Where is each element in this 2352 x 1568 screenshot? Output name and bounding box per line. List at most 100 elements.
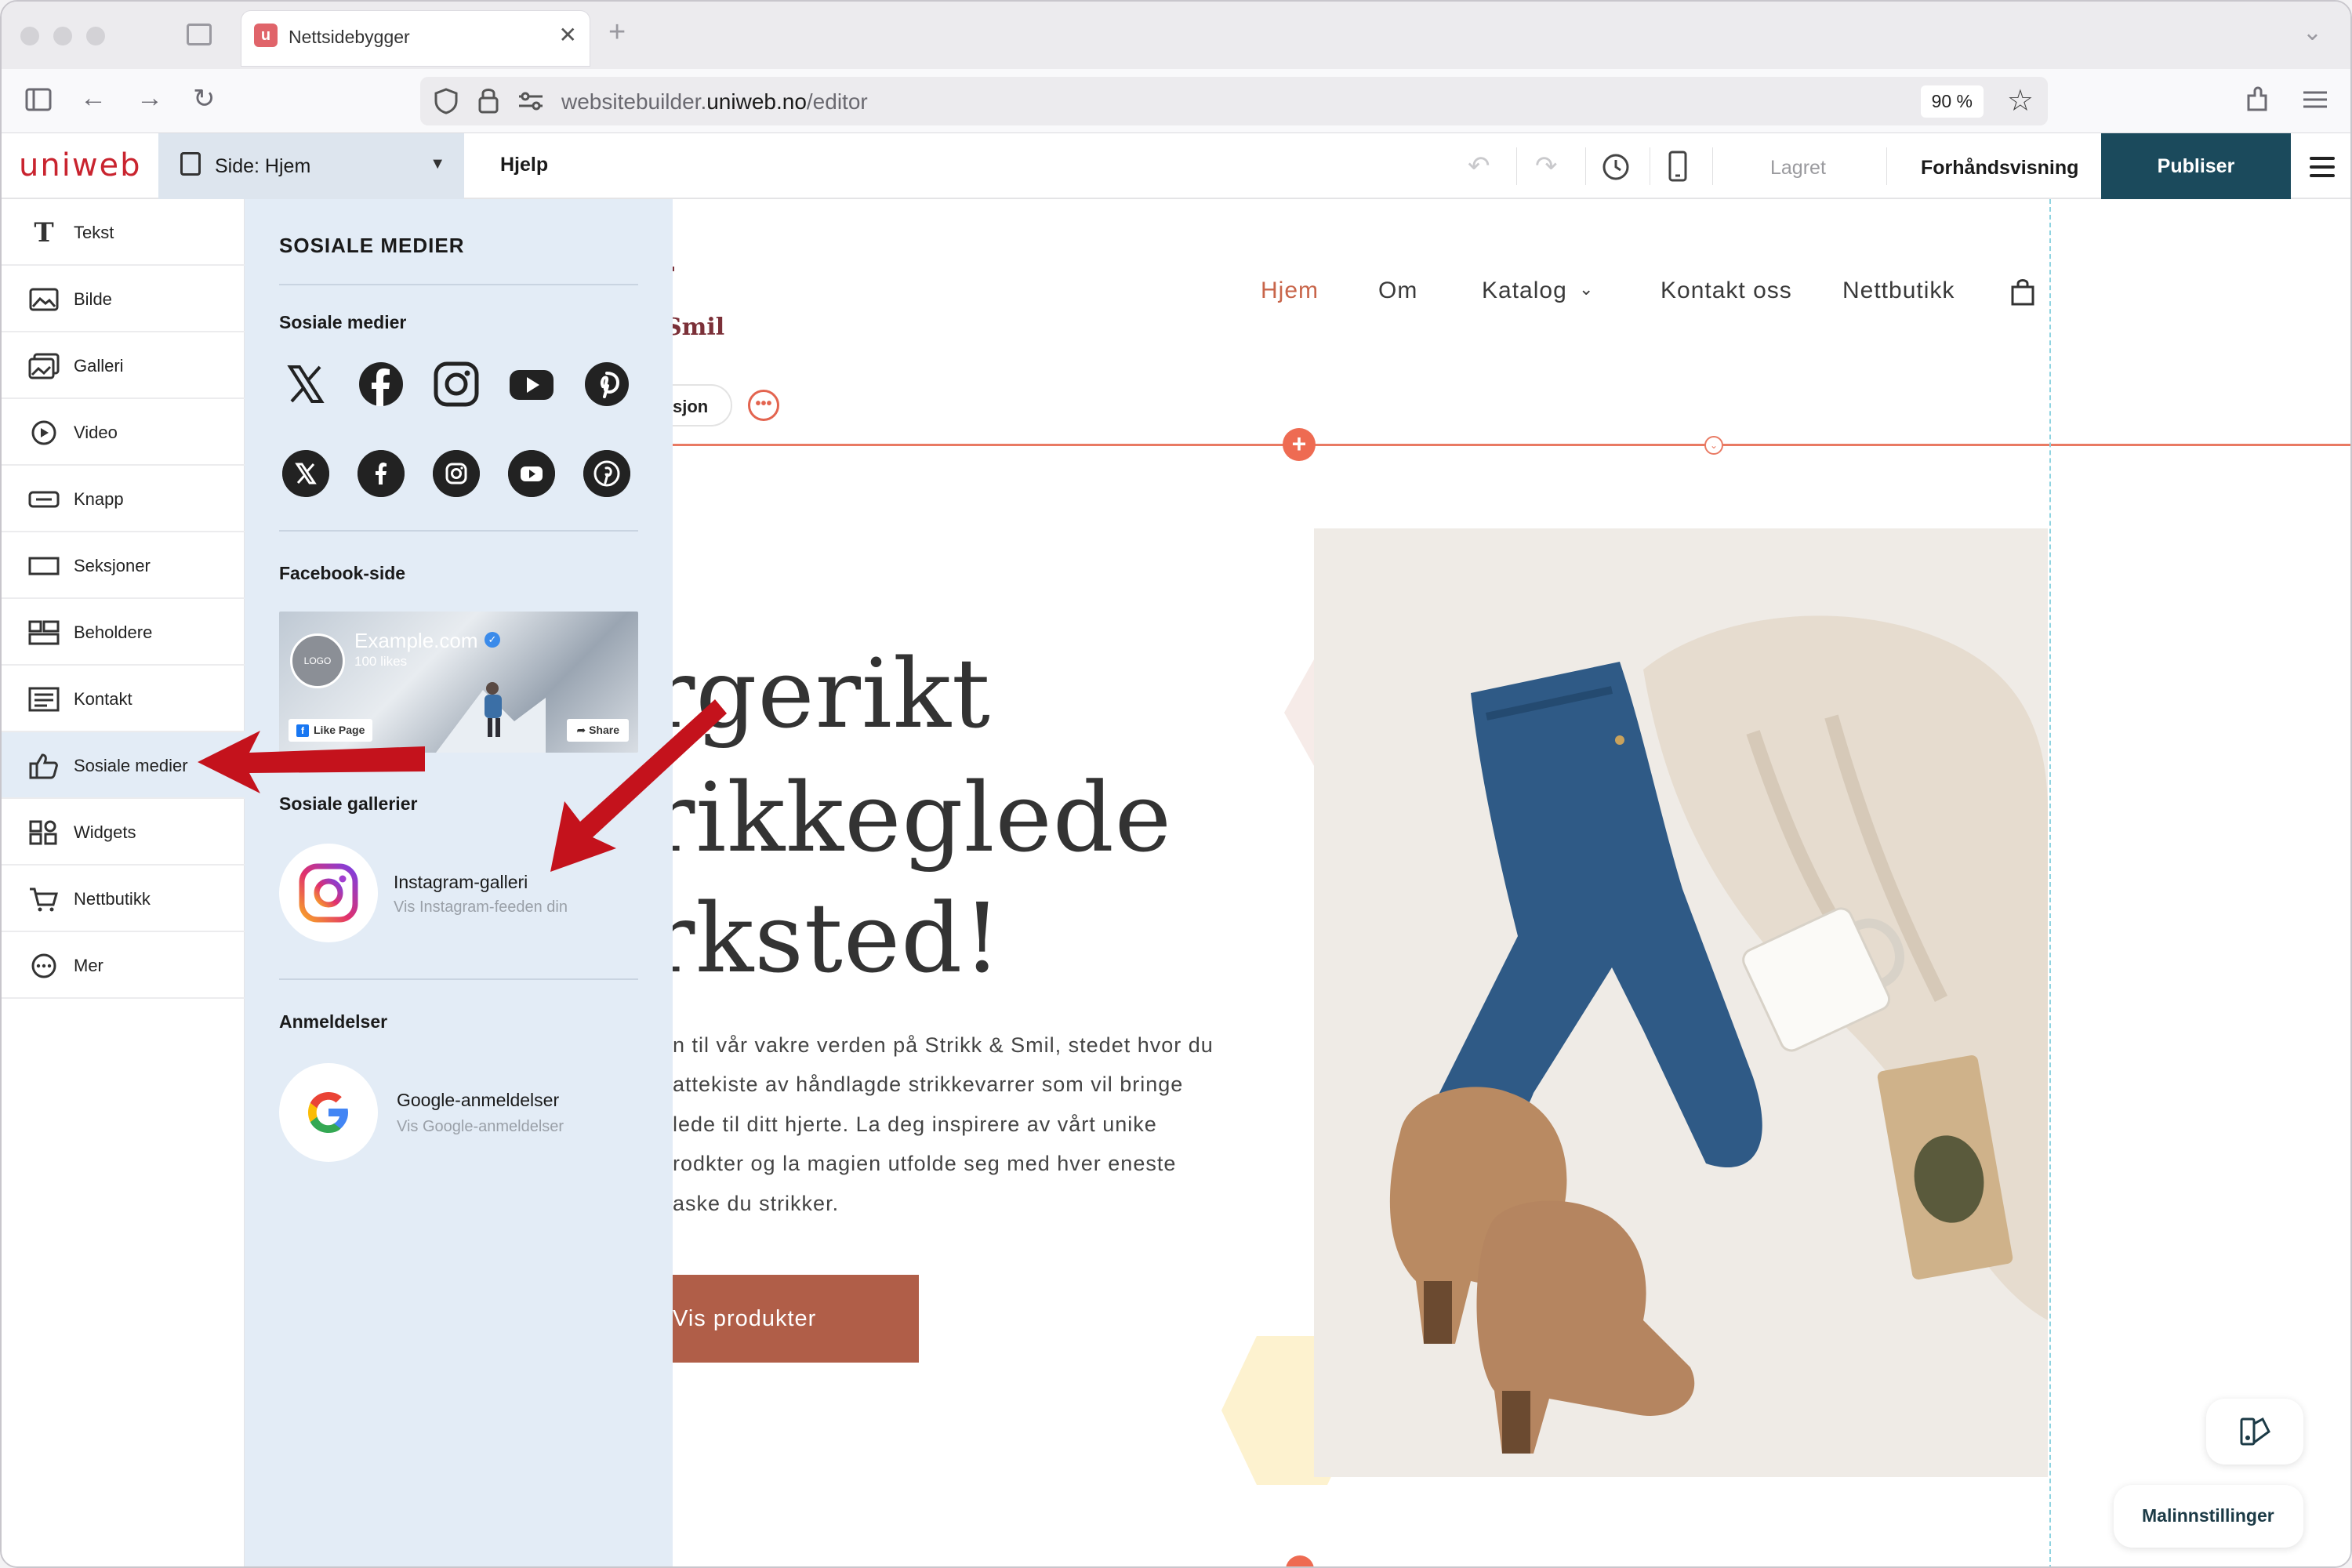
nav-om[interactable]: Om — [1378, 278, 1417, 304]
hero-heading-line[interactable]: rksted! — [673, 883, 1002, 994]
shield-icon[interactable] — [434, 88, 458, 114]
back-icon[interactable]: ← — [80, 83, 107, 114]
close-tab-icon[interactable]: ✕ — [559, 22, 577, 48]
youtube-circle-icon[interactable] — [508, 450, 555, 497]
annotation-arrow-sidebar — [198, 731, 425, 793]
instagram-icon[interactable] — [433, 361, 480, 408]
new-tab-icon[interactable]: + — [608, 16, 626, 49]
hero-body-line[interactable]: attekiste av håndlagde strikkevarrer som… — [673, 1073, 1183, 1097]
add-section-button-bottom[interactable] — [1286, 1555, 1314, 1566]
sidebar-item-galleri[interactable]: Galleri — [2, 332, 245, 399]
hero-body-line[interactable]: aske du strikker. — [673, 1192, 839, 1216]
design-settings-button[interactable] — [2206, 1399, 2303, 1465]
menu-icon[interactable] — [2302, 86, 2328, 113]
facebook-icon[interactable] — [358, 361, 405, 408]
redo-icon[interactable]: ↷ — [1535, 151, 1558, 182]
sidebar-item-label: Nettbutikk — [74, 889, 151, 909]
button-icon — [28, 491, 60, 508]
sidebar-item-video[interactable]: Video — [2, 399, 245, 466]
mobile-view-icon[interactable] — [1668, 151, 1687, 182]
zoom-level[interactable]: 90 % — [1920, 85, 1984, 118]
sidebar-item-seksjoner[interactable]: Seksjoner — [2, 532, 245, 599]
browser-tab[interactable]: u Nettsidebygger ✕ — [241, 11, 590, 66]
sidebar-item-mer[interactable]: Mer — [2, 932, 245, 999]
bookmark-star-icon[interactable]: ☆ — [2007, 83, 2034, 118]
maximize-window-button[interactable] — [86, 27, 105, 45]
help-link[interactable]: Hjelp — [500, 154, 548, 176]
facebook-circle-icon[interactable] — [358, 450, 405, 497]
sidebar-item-nettbutikk[interactable]: Nettbutikk — [2, 866, 245, 932]
instagram-gallery-tile[interactable] — [279, 844, 378, 942]
favicon-icon: u — [254, 24, 278, 47]
forward-icon[interactable]: → — [136, 83, 163, 114]
x-twitter-icon[interactable] — [282, 361, 329, 408]
sidebar-item-knapp[interactable]: Knapp — [2, 466, 245, 532]
template-settings-button[interactable]: Malinnstillinger — [2114, 1485, 2303, 1548]
sidebar-toggle-icon[interactable] — [25, 88, 52, 111]
instagram-circle-icon[interactable] — [433, 450, 480, 497]
facebook-page-likes: 100 likes — [354, 654, 408, 669]
section-pill-label: sjon — [673, 397, 709, 416]
sidebar-item-widgets[interactable]: Widgets — [2, 799, 245, 866]
section-options-icon[interactable]: ••• — [748, 390, 779, 421]
social-media-panel: SOSIALE MEDIER Sosiale medier Facebook-s… — [245, 199, 690, 1566]
undo-icon[interactable]: ↶ — [1468, 151, 1490, 182]
sidebar-item-kontakt[interactable]: Kontakt — [2, 666, 245, 732]
mountain-climber-illustration — [436, 682, 546, 753]
section-expand-icon[interactable]: ⌄ — [1704, 436, 1723, 455]
sidebar-item-beholdere[interactable]: Beholdere — [2, 599, 245, 666]
editor-menu-icon[interactable] — [2310, 157, 2335, 183]
nav-nettbutikk[interactable]: Nettbutikk — [1842, 278, 1955, 304]
website-canvas: Smil Hjem Om Katalog ⌄ Kontakt oss Nettb… — [673, 199, 2350, 1566]
hero-body-line[interactable]: lede til ditt hjerte. La deg inspirere a… — [673, 1112, 1157, 1137]
publish-button[interactable]: Publiser — [2101, 133, 2291, 199]
saved-status: Lagret — [1770, 157, 1826, 179]
reload-icon[interactable]: ↻ — [193, 83, 216, 114]
add-section-button[interactable]: + — [1283, 428, 1316, 461]
youtube-icon[interactable] — [508, 361, 555, 408]
lock-icon[interactable] — [478, 86, 499, 114]
page-select-label: Side: Hjem — [215, 155, 311, 177]
instagram-gallery-subtitle: Vis Instagram-feeden din — [394, 898, 568, 916]
minimize-window-button[interactable] — [53, 27, 72, 45]
verified-badge-icon: ✓ — [485, 632, 500, 648]
sidebar-item-label: Beholdere — [74, 622, 153, 642]
shopping-bag-icon[interactable] — [2010, 278, 2035, 306]
browser-window: u Nettsidebygger ✕ + ⌄ ← → ↻ websitebuil… — [0, 0, 2352, 1568]
panel-divider — [279, 978, 638, 980]
sidebar-item-bilde[interactable]: Bilde — [2, 266, 245, 332]
browser-toolbar: ← → ↻ websitebuilder.uniweb.no/editor 90… — [2, 69, 2350, 133]
tab-list-chevron-icon[interactable]: ⌄ — [2303, 19, 2322, 46]
google-reviews-tile[interactable] — [279, 1063, 378, 1162]
containers-icon — [28, 620, 60, 645]
instagram-color-icon — [299, 863, 358, 923]
element-sidebar: T Tekst Bilde Galleri Video Knapp Seksjo… — [2, 199, 245, 1566]
sidebar-item-label: Knapp — [74, 489, 124, 509]
thumbs-up-icon — [29, 753, 58, 779]
close-window-button[interactable] — [20, 27, 39, 45]
site-logo-mark — [673, 259, 696, 282]
nav-kontakt-oss[interactable]: Kontakt oss — [1661, 278, 1792, 304]
nav-hjem[interactable]: Hjem — [1261, 278, 1319, 304]
pinterest-circle-icon[interactable] — [583, 450, 630, 497]
facebook-page-logo: LOGO — [290, 633, 345, 688]
preview-button[interactable]: Forhåndsvisning — [1921, 157, 2078, 180]
hero-product-photo[interactable] — [1314, 528, 2048, 1477]
section-heading-reviews: Anmeldelser — [279, 1011, 388, 1032]
tab-groups-icon[interactable] — [187, 24, 212, 45]
url-bar[interactable]: websitebuilder.uniweb.no/editor 90 % ☆ — [420, 77, 2048, 125]
hero-body-line[interactable]: n til vår vakre verden på Strikk & Smil,… — [673, 1033, 1214, 1058]
extensions-icon[interactable] — [2245, 86, 2269, 113]
google-g-icon — [308, 1092, 348, 1133]
cta-button[interactable]: Vis produkter — [673, 1275, 919, 1363]
history-icon[interactable] — [1601, 152, 1631, 182]
page-select-dropdown[interactable]: Side: Hjem ▼ — [158, 133, 464, 199]
x-twitter-circle-icon[interactable] — [282, 450, 329, 497]
pinterest-icon[interactable] — [583, 361, 630, 408]
hero-heading-line[interactable]: rikkeglede — [673, 762, 1172, 873]
panel-title: SOSIALE MEDIER — [279, 234, 465, 257]
sidebar-item-tekst[interactable]: T Tekst — [2, 199, 245, 266]
hero-body-line[interactable]: rodkter og la magien utfolde seg med hve… — [673, 1152, 1176, 1176]
nav-katalog[interactable]: Katalog — [1482, 278, 1567, 304]
site-settings-icon[interactable] — [517, 91, 544, 111]
